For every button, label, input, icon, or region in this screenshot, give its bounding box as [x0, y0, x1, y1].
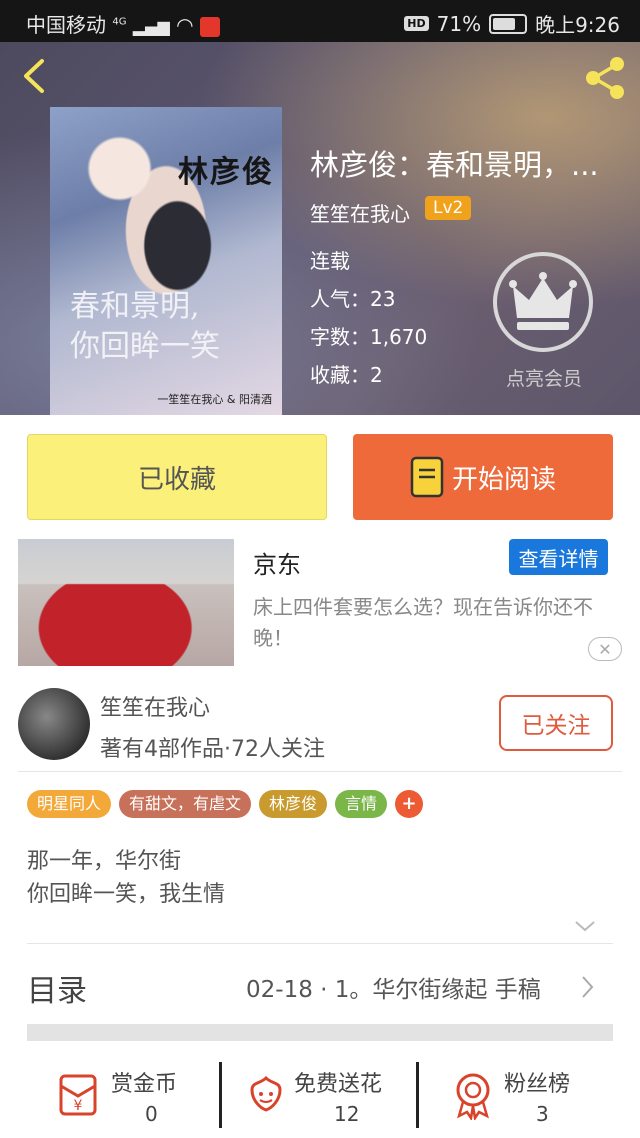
hd-badge: HD: [404, 16, 429, 31]
fans-label: 粉丝榜: [504, 1072, 571, 1097]
tag-item[interactable]: 言情: [335, 790, 388, 818]
flower-icon: [250, 1075, 282, 1112]
book-word-count: 字数：1,670: [310, 325, 428, 349]
wifi-icon: ◠: [176, 13, 194, 37]
cover-subtitle: 春和景明, 你回眸一笑: [70, 287, 220, 367]
author-card-stats: 著有4部作品·72人关注: [100, 737, 325, 762]
vip-label[interactable]: 点亮会员: [484, 364, 604, 391]
book-popularity: 人气：23: [310, 287, 396, 311]
carrier-label: 中国移动: [26, 13, 106, 37]
reward-label: 赏金币: [111, 1072, 178, 1097]
author-avatar[interactable]: [18, 688, 90, 760]
free-flower-button[interactable]: 免费送花 12: [242, 1060, 412, 1132]
ad-image[interactable]: [18, 539, 234, 666]
tag-item[interactable]: 明星同人: [27, 790, 112, 818]
fans-ranking-button[interactable]: 粉丝榜 3: [450, 1060, 610, 1132]
cover-subtitle-line1: 春和景明,: [70, 289, 200, 324]
tag-list: 明星同人 有甜文，有虐文 林彦俊 言情 +: [27, 790, 424, 818]
book-author[interactable]: 笙笙在我心: [310, 198, 410, 227]
flower-count: 12: [334, 1102, 360, 1126]
book-favorites: 收藏：2: [310, 363, 383, 387]
add-tag-button[interactable]: +: [395, 790, 424, 818]
vip-button[interactable]: [493, 252, 593, 352]
book-title: 林彦俊：春和景明，...: [310, 148, 599, 182]
divider: [416, 1062, 419, 1128]
start-reading-button[interactable]: 开始阅读: [353, 434, 613, 520]
back-arrow-icon[interactable]: [18, 58, 54, 94]
description-line: 你回眸一笑，我生情: [27, 882, 226, 907]
section-divider-bar: [27, 1024, 613, 1041]
favorited-button[interactable]: 已收藏: [27, 434, 327, 520]
author-card-name[interactable]: 笙笙在我心: [100, 690, 210, 722]
description-line: 那一年，华尔街: [27, 849, 182, 874]
ad-detail-button[interactable]: 查看详情: [509, 539, 608, 575]
ad-description[interactable]: 床上四件套要怎么选？现在告诉你还不晚！: [253, 592, 608, 654]
share-icon[interactable]: [582, 55, 628, 101]
status-bar: 中国移动 4G ▂▄▆ ◠ HD 71% 晚上9:26: [0, 0, 640, 42]
toc-latest-chapter[interactable]: 02-18 · 1。华尔街缘起 手稿: [246, 970, 541, 1004]
medal-icon: [456, 1073, 490, 1120]
battery-percent: 71%: [436, 11, 482, 36]
cover-subtitle-line2: 你回眸一笑: [70, 329, 220, 364]
book-description: 那一年，华尔街 你回眸一笑，我生情: [27, 845, 225, 911]
clock: 晚上9:26: [535, 13, 620, 37]
cover-credit: 一笙笙在我心 & 阳清酒: [157, 393, 272, 406]
book-cover[interactable]: 林彦俊 春和景明, 你回眸一笑 一笙笙在我心 & 阳清酒: [50, 107, 282, 415]
close-icon[interactable]: ✕: [588, 637, 622, 661]
flower-label: 免费送花: [294, 1072, 383, 1097]
cover-title: 林彦俊: [178, 155, 274, 190]
follow-button[interactable]: 已关注: [499, 695, 613, 751]
signal-icon: ▂▄▆: [132, 17, 170, 36]
coin-envelope-icon: ¥: [59, 1074, 97, 1116]
divider: [27, 943, 613, 944]
divider: [219, 1062, 222, 1128]
start-reading-label: 开始阅读: [451, 464, 556, 495]
chevron-down-icon[interactable]: [574, 918, 596, 934]
chevron-right-icon[interactable]: [580, 975, 594, 999]
book-status: 连载: [310, 249, 350, 273]
reward-coins-button[interactable]: ¥ 赏金币 0: [55, 1060, 215, 1132]
favorited-label: 已收藏: [137, 464, 216, 495]
status-left: 中国移动 4G ▂▄▆ ◠: [26, 9, 220, 38]
reward-count: 0: [145, 1102, 158, 1126]
battery-icon: [489, 13, 528, 34]
network-label: 4G: [112, 16, 127, 28]
crown-icon: [509, 272, 577, 330]
fans-count: 3: [536, 1102, 549, 1126]
author-level-badge: Lv2: [425, 196, 472, 220]
app-notification-icon: [199, 16, 220, 37]
book-icon: [410, 456, 444, 498]
tag-item[interactable]: 林彦俊: [259, 790, 328, 818]
ad-title[interactable]: 京东: [253, 545, 301, 580]
status-right: HD 71% 晚上9:26: [404, 9, 620, 38]
tag-item[interactable]: 有甜文，有虐文: [119, 790, 252, 818]
divider: [18, 771, 622, 772]
svg-text:¥: ¥: [74, 1098, 83, 1114]
toc-label[interactable]: 目录: [27, 966, 87, 1010]
